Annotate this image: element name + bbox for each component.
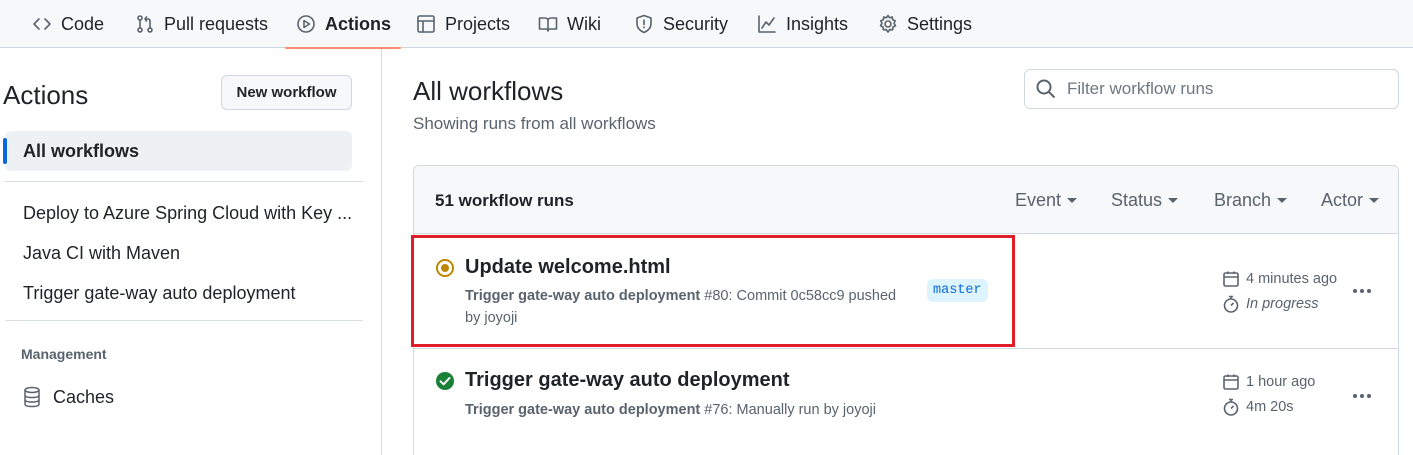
caret-down-icon [1168,198,1179,203]
filter-input[interactable] [1067,79,1387,99]
caret-down-icon [1067,198,1078,203]
table-icon [417,15,435,33]
event-filter-label: Event [1015,190,1062,210]
tab-code[interactable]: Code [32,0,104,48]
workflow-runs-list: 51 workflow runs Event Status Branch Act… [413,165,1399,455]
status-filter-label: Status [1111,190,1163,210]
actor-filter-dropdown[interactable]: Actor [1321,190,1380,211]
page-title: All workflows [413,76,564,106]
run-duration: 4m 20s [1222,398,1294,416]
run-detail: #76: Manually run by joyoji [700,402,876,418]
code-icon [33,18,51,30]
status-filter-dropdown[interactable]: Status [1111,190,1179,211]
tab-security[interactable]: Security [634,0,728,48]
sidebar-title: Actions [3,80,89,110]
tab-pull-requests-label: Pull requests [164,13,269,34]
tab-projects[interactable]: Projects [416,0,510,48]
branch-filter-dropdown[interactable]: Branch [1214,190,1288,211]
check-circle-icon [436,372,454,390]
tab-insights-label: Insights [786,13,849,34]
run-detail-continued: by joyoji [465,310,518,326]
sidebar-item-all-workflows[interactable]: All workflows [3,131,352,171]
sidebar-workflow-azure-deploy[interactable]: Deploy to Azure Spring Cloud with Key ..… [23,203,352,224]
filter-workflow-runs[interactable] [1024,69,1399,109]
book-icon [538,17,558,32]
workflow-run-row[interactable]: Trigger gate-way auto deployment Trigger… [414,349,1398,455]
run-duration-label: In progress [1246,296,1319,312]
run-workflow-name: Trigger gate-way auto deployment [465,402,701,418]
run-workflow-name: Trigger gate-way auto deployment [465,288,701,304]
sidebar-divider [5,181,363,182]
run-description: Trigger gate-way auto deployment #80: Co… [465,285,905,329]
tab-settings[interactable]: Settings [878,0,972,48]
database-icon [24,386,40,408]
sidebar-workflow-java-ci[interactable]: Java CI with Maven [23,243,180,264]
tab-wiki-label: Wiki [567,13,601,34]
tab-pull-requests[interactable]: Pull requests [135,0,268,48]
run-description: Trigger gate-way auto deployment #76: Ma… [465,399,945,421]
new-workflow-button[interactable]: New workflow [221,75,352,110]
stopwatch-icon [1223,295,1239,313]
gear-icon [879,14,897,33]
workflow-run-row[interactable]: Update welcome.html Trigger gate-way aut… [414,234,1398,349]
run-time: 1 hour ago [1222,373,1315,391]
shield-icon [636,14,652,34]
in-progress-status-icon [436,259,454,277]
run-time-label: 1 hour ago [1246,374,1316,390]
calendar-icon [1223,374,1239,390]
run-time-label: 4 minutes ago [1246,271,1338,287]
run-time: 4 minutes ago [1222,270,1337,288]
run-duration: In progress [1222,295,1319,313]
tab-actions-label: Actions [325,13,392,34]
page-subtitle: Showing runs from all workflows [413,114,656,133]
event-filter-dropdown[interactable]: Event [1015,190,1078,211]
run-duration-label: 4m 20s [1246,399,1294,415]
tab-settings-label: Settings [907,13,973,34]
graph-icon [758,15,776,33]
sidebar-workflow-gateway-deploy[interactable]: Trigger gate-way auto deployment [23,283,295,304]
sidebar-item-caches[interactable]: Caches [22,386,114,408]
calendar-icon [1223,271,1239,287]
run-title[interactable]: Update welcome.html [465,256,671,279]
run-title[interactable]: Trigger gate-way auto deployment [465,369,790,392]
tab-code-label: Code [61,13,105,34]
runs-list-header: 51 workflow runs Event Status Branch Act… [414,166,1398,234]
caret-down-icon [1277,198,1288,203]
tab-projects-label: Projects [445,13,511,34]
tab-actions[interactable]: Actions [284,0,402,49]
caret-down-icon [1369,198,1380,203]
sidebar-divider [5,320,363,321]
run-detail: #80: Commit 0c58cc9 pushed [700,288,897,304]
actor-filter-label: Actor [1321,190,1364,210]
tab-security-label: Security [663,13,729,34]
caches-label: Caches [53,386,115,407]
run-options-kebab-icon[interactable] [1350,384,1374,408]
management-heading: Management [21,346,107,362]
tab-wiki[interactable]: Wiki [538,0,601,48]
branch-filter-label: Branch [1214,190,1272,210]
play-icon [297,15,315,33]
run-options-kebab-icon[interactable] [1350,279,1374,303]
git-pull-request-icon [137,15,153,33]
branch-label[interactable]: master [927,279,988,302]
tab-insights[interactable]: Insights [757,0,848,48]
stopwatch-icon [1223,398,1239,416]
repo-nav: Code Pull requests Actions Projects Wiki… [0,0,1413,49]
search-icon [1036,79,1056,99]
runs-count: 51 workflow runs [435,191,574,210]
